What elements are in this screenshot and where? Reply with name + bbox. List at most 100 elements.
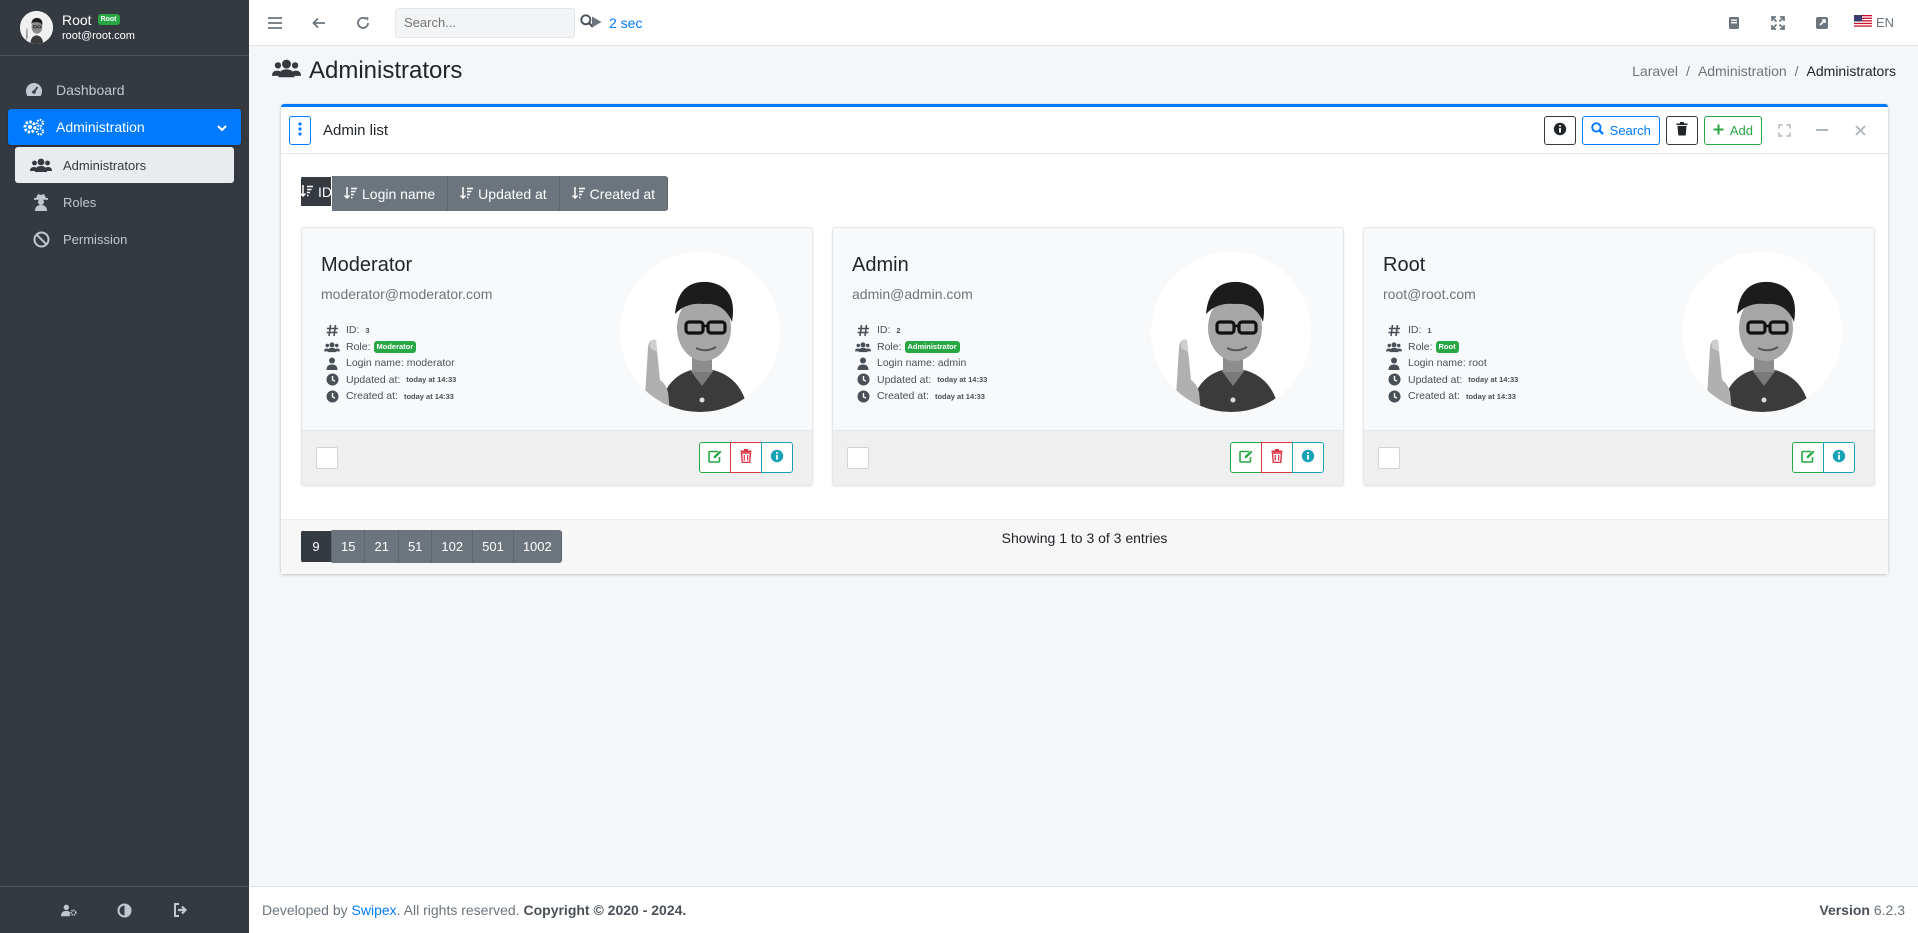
- field-label: Updated at:: [1408, 373, 1463, 386]
- sort-icon: [301, 184, 314, 200]
- per-page-option[interactable]: 1002: [513, 530, 562, 563]
- edit-button[interactable]: [1792, 442, 1824, 473]
- user-panel[interactable]: Root Root root@root.com: [0, 0, 249, 56]
- select-checkbox[interactable]: [1378, 447, 1400, 469]
- users-icon: [272, 57, 301, 86]
- per-page-option[interactable]: 102: [432, 530, 474, 563]
- sort-created-button[interactable]: Created at: [559, 176, 669, 211]
- field-label: Updated at:: [877, 373, 932, 386]
- sidebar-item-label: Roles: [63, 194, 97, 210]
- fullscreen-icon[interactable]: [1756, 0, 1800, 46]
- edit-icon: [1801, 450, 1815, 466]
- ban-icon: [29, 231, 53, 248]
- field-label: ID:: [346, 324, 360, 337]
- sort-label: ID: [318, 183, 332, 200]
- edit-button[interactable]: [1230, 442, 1262, 473]
- breadcrumb-item[interactable]: Administration: [1698, 63, 1787, 79]
- trash-icon: [740, 449, 752, 466]
- select-checkbox[interactable]: [316, 447, 338, 469]
- sort-updated-button[interactable]: Updated at: [448, 176, 560, 211]
- search-field[interactable]: [395, 7, 594, 38]
- dashboard-icon: [22, 82, 46, 98]
- role-badge: Root: [1435, 341, 1459, 353]
- info-icon: [1832, 449, 1846, 466]
- page-title: Administrators: [272, 57, 462, 86]
- sort-login-button[interactable]: Login name: [332, 176, 449, 211]
- sidebar-item-label: Administrators: [63, 157, 147, 173]
- sidebar-item-administration[interactable]: Administration: [8, 109, 241, 145]
- per-page-option[interactable]: 501: [473, 530, 514, 563]
- minimize-icon[interactable]: [1806, 116, 1838, 145]
- field-label: ID:: [1408, 324, 1422, 337]
- sidebar-item-administrators[interactable]: Administrators: [15, 147, 234, 183]
- version-number: 6.2.3: [1873, 902, 1905, 918]
- breadcrumb-item[interactable]: Laravel: [1632, 63, 1678, 79]
- profile-photo: [1151, 252, 1311, 412]
- cogs-icon: [22, 118, 46, 136]
- info-button[interactable]: [1292, 442, 1324, 473]
- language-switcher[interactable]: EN: [1844, 15, 1904, 30]
- role-badge: Root: [97, 14, 120, 26]
- footer-company-link[interactable]: Swipex: [352, 902, 397, 918]
- content-header: Administrators Laravel / Administration / …: [272, 56, 1896, 86]
- admin-list-card: Admin list Search Add ID Login name Upda…: [281, 104, 1888, 574]
- page-footer: Developed by Swipex. All rights reserved…: [249, 886, 1918, 933]
- sidebar-item-roles[interactable]: Roles: [15, 184, 234, 220]
- refresh-timer[interactable]: 2 sec: [591, 15, 642, 31]
- profile-email: root@root.com: [1383, 286, 1476, 302]
- profile-updated: today at 14:33: [1468, 375, 1519, 385]
- info-button[interactable]: [1543, 115, 1576, 145]
- select-checkbox[interactable]: [847, 447, 869, 469]
- field-label: Updated at:: [346, 373, 401, 386]
- top-navbar: 2 sec EN: [249, 0, 1918, 46]
- profile-name: Admin: [852, 254, 909, 276]
- per-page-option[interactable]: 21: [365, 530, 399, 563]
- sidebar-item-permission[interactable]: Permission: [15, 221, 234, 257]
- users-icon: [29, 157, 53, 173]
- sidebar-nav: Dashboard Administration Administrators …: [0, 56, 249, 257]
- sidebar-item-label: Permission: [63, 231, 128, 247]
- clock-icon: [855, 389, 871, 403]
- contrast-icon[interactable]: [117, 902, 133, 918]
- role-badge: Administrator: [904, 341, 960, 353]
- back-icon[interactable]: [297, 0, 341, 46]
- more-options-button[interactable]: [289, 115, 311, 145]
- hashtag-icon: [324, 323, 340, 337]
- hashtag-icon: [855, 323, 871, 337]
- refresh-icon[interactable]: [341, 0, 385, 46]
- role-badge: Moderator: [373, 341, 417, 353]
- per-page-option[interactable]: 15: [332, 530, 366, 563]
- per-page-option[interactable]: 9: [301, 530, 332, 563]
- profile-actions: [699, 442, 793, 473]
- profile-email: moderator@moderator.com: [321, 286, 493, 302]
- delete-button[interactable]: [1261, 442, 1293, 473]
- trash-button[interactable]: [1665, 115, 1698, 145]
- per-page-option[interactable]: 51: [398, 530, 433, 563]
- user-cog-icon[interactable]: [60, 902, 77, 918]
- profile-photo: [620, 252, 780, 412]
- edit-button[interactable]: [699, 442, 731, 473]
- sidebar-item-dashboard[interactable]: Dashboard: [8, 72, 241, 108]
- field-label: Created at:: [346, 390, 398, 403]
- profile-id: 2: [896, 325, 901, 335]
- admin-profile-card: Moderator moderator@moderator.com ID: 3 Role…: [301, 227, 813, 486]
- clock-icon: [324, 389, 340, 403]
- profile-login: admin: [937, 357, 967, 370]
- language-label: EN: [1875, 15, 1894, 30]
- profile-photo: [1682, 252, 1842, 412]
- close-icon[interactable]: [1844, 116, 1876, 145]
- sort-id-button[interactable]: ID: [301, 176, 332, 207]
- external-link-icon[interactable]: [1800, 0, 1844, 46]
- menu-toggle-icon[interactable]: [253, 0, 297, 46]
- delete-button[interactable]: [730, 442, 762, 473]
- info-button[interactable]: [1823, 442, 1855, 473]
- info-button[interactable]: [761, 442, 793, 473]
- users-icon: [324, 340, 340, 354]
- search-button[interactable]: Search: [1581, 115, 1660, 145]
- book-icon[interactable]: [1712, 0, 1756, 46]
- search-input[interactable]: [404, 15, 580, 30]
- logout-icon[interactable]: [173, 902, 189, 918]
- add-button[interactable]: Add: [1703, 115, 1762, 145]
- clock-icon: [1386, 373, 1402, 387]
- expand-icon[interactable]: [1768, 116, 1800, 145]
